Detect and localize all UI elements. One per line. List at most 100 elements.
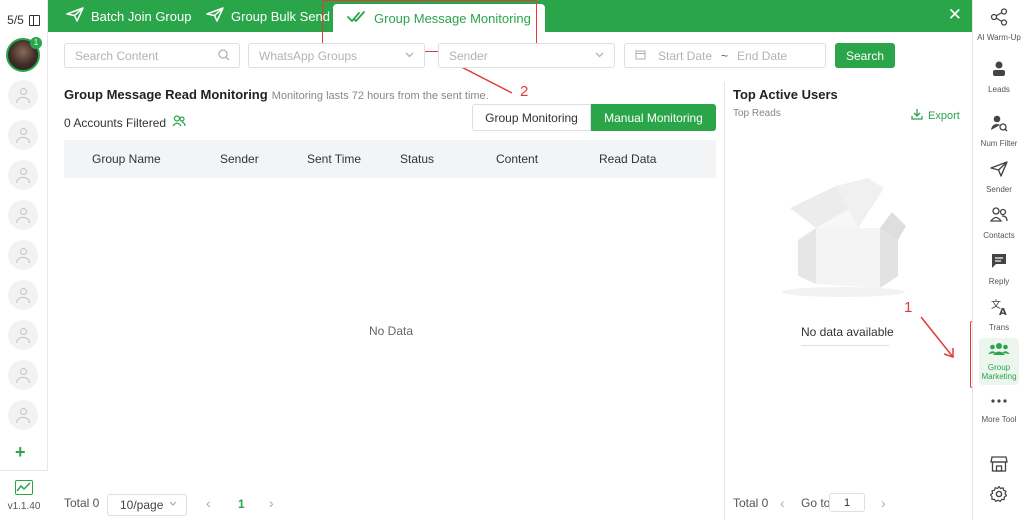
export-label: Export [928,109,960,122]
page-title-text: Group Message Read Monitoring [64,87,268,102]
export-icon [911,108,923,123]
group-icon [988,342,1010,362]
column-header: Sent Time [307,152,362,166]
tool-leads[interactable]: Leads [973,60,1024,94]
tab-batch-join-group[interactable]: Batch Join Group [66,0,191,32]
column-header: Read Data [599,152,657,166]
account-slot[interactable] [8,400,38,430]
share-nodes-icon [990,8,1008,32]
top-users-title: Top Active Users [733,87,838,102]
page-title: Group Message Read Monitoring Monitoring … [64,87,489,102]
tab-label: Group Bulk Send [231,8,331,24]
right-total-count: Total 0 [733,496,769,510]
goto-page-input[interactable]: 1 [829,493,865,512]
tool-label: Sender [986,185,1012,194]
person-icon [16,207,30,223]
tool-label: Leads [988,85,1010,94]
segment-manual-monitoring[interactable]: Manual Monitoring [591,104,716,131]
store-button[interactable] [973,455,1024,479]
person-icon [16,247,30,263]
accounts-filtered-text: 0 Accounts Filtered [64,115,167,130]
active-account-avatar[interactable]: 1 [6,37,42,72]
person-icon [16,367,30,383]
page-size-select[interactable]: 10/page [107,494,187,516]
account-slot[interactable] [8,360,38,390]
next-page-icon[interactable]: › [269,496,274,510]
next-page-icon[interactable]: › [881,496,886,510]
total-count: Total 0 [64,496,100,510]
account-slot[interactable] [8,120,38,150]
tool-num-filter[interactable]: Num Filter [973,114,1024,148]
tool-ai-warm-up[interactable]: AI Warm-Up [973,8,1024,42]
send-icon [990,160,1008,184]
users-filter-icon[interactable] [172,115,186,130]
tool-more[interactable]: More Tool [973,394,1024,424]
tool-reply[interactable]: Reply [973,252,1024,286]
send-icon [206,6,224,26]
prev-page-icon[interactable]: ‹ [206,496,211,510]
prev-page-icon[interactable]: ‹ [780,496,785,510]
tool-group-marketing[interactable]: Group Marketing [979,338,1019,385]
person-icon [16,167,30,183]
account-slot[interactable] [8,280,38,310]
settings-button[interactable] [973,485,1024,509]
table-header: Group Name Sender Sent Time Status Conte… [64,140,716,178]
tool-contacts[interactable]: Contacts [973,206,1024,240]
tab-group-bulk-send[interactable]: Group Bulk Send [206,0,330,32]
groups-placeholder: WhatsApp Groups [259,48,358,63]
account-slot[interactable] [8,240,38,270]
right-toolbar: AI Warm-Up Leads Num Filter Sender Conta… [972,0,1024,520]
empty-box-illustration [776,168,910,298]
user-search-icon [990,114,1008,138]
sender-placeholder: Sender [449,48,488,63]
account-slot[interactable] [8,200,38,230]
empty-divider [801,345,889,346]
date-separator: ~ [721,48,729,63]
tool-label: Group Marketing [981,363,1017,381]
collapse-panel-icon[interactable] [28,14,40,26]
chevron-down-icon [168,498,178,511]
person-icon [16,327,30,343]
account-slot[interactable] [8,80,38,110]
current-page[interactable]: 1 [238,497,245,511]
contacts-icon [989,206,1008,230]
annotation-number-2: 2 [520,83,529,100]
end-date-placeholder: End Date [737,48,788,63]
tool-label: Trans [988,323,1010,332]
account-slot[interactable] [8,160,38,190]
store-icon [990,455,1008,479]
column-header: Sender [220,152,259,166]
export-button[interactable]: Export [911,108,960,123]
page-subtitle: Monitoring lasts 72 hours from the sent … [271,90,489,102]
whatsapp-groups-select[interactable]: WhatsApp Groups [248,43,425,68]
dashboard-chart-icon[interactable] [15,479,33,495]
sidebar-footer: v1.1.40 [0,470,48,520]
sender-select[interactable]: Sender [438,43,615,68]
translate-icon: 文A [990,298,1008,322]
person-icon [16,407,30,423]
account-counter: 5/5 [0,0,47,40]
page-size-value: 10/page [120,498,164,512]
empty-table-message: No Data [369,324,414,338]
search-button[interactable]: Search [835,43,895,68]
account-sidebar: 5/5 1 + v1.1.40 [0,0,48,520]
close-icon[interactable]: ✕ [948,5,962,25]
search-input[interactable]: Search Content [64,43,240,68]
segment-group-monitoring[interactable]: Group Monitoring [472,104,591,131]
column-header: Content [496,152,539,166]
tab-label: Batch Join Group [91,8,192,24]
chevron-down-icon [594,49,605,63]
tool-sender[interactable]: Sender [973,160,1024,194]
tool-label: AI Warm-Up [977,33,1021,42]
no-data-available: No data available [801,325,894,339]
svg-text:A: A [999,307,1007,316]
person-icon [16,87,30,103]
accounts-filtered: 0 Accounts Filtered [64,115,186,130]
account-slot[interactable] [8,320,38,350]
add-account-icon[interactable]: + [15,446,31,458]
tool-trans[interactable]: 文A Trans [973,298,1024,332]
top-reads-label: Top Reads [733,108,781,119]
annotation-number-1: 1 [904,299,913,316]
date-range-picker[interactable]: Start Date ~ End Date [624,43,826,68]
tool-label: Num Filter [980,139,1018,148]
